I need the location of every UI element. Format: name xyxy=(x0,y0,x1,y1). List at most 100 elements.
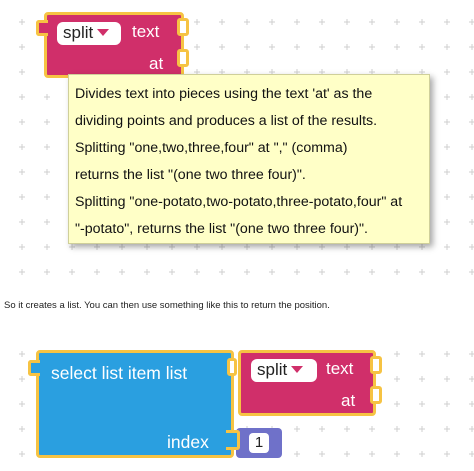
grid-plus-mark xyxy=(444,94,450,100)
grid-plus-mark xyxy=(219,44,225,50)
grid-plus-mark xyxy=(369,269,375,275)
grid-plus-mark xyxy=(444,244,450,250)
grid-plus-mark xyxy=(444,194,450,200)
grid-plus-mark xyxy=(394,44,400,50)
text-input-socket[interactable] xyxy=(177,18,189,36)
grid-plus-mark xyxy=(394,401,400,407)
split-text-block[interactable]: split text at xyxy=(44,12,184,78)
grid-plus-mark xyxy=(394,19,400,25)
grid-plus-mark xyxy=(444,44,450,50)
split-dropdown[interactable]: split xyxy=(57,22,121,45)
tooltip-line: Splitting "one,two,three,four" at "," (c… xyxy=(75,140,348,156)
grid-plus-mark xyxy=(219,269,225,275)
grid-plus-mark xyxy=(194,19,200,25)
grid-plus-mark xyxy=(419,44,425,50)
grid-plus-mark xyxy=(444,119,450,125)
grid-plus-mark xyxy=(294,426,300,432)
grid-plus-mark xyxy=(19,426,25,432)
grid-plus-mark xyxy=(394,269,400,275)
index-number-field[interactable]: 1 xyxy=(249,433,269,453)
grid-plus-mark xyxy=(469,119,474,125)
grid-plus-mark xyxy=(469,94,474,100)
grid-plus-mark xyxy=(19,19,25,25)
chevron-down-icon xyxy=(97,29,110,37)
grid-plus-mark xyxy=(469,44,474,50)
grid-plus-mark xyxy=(19,351,25,357)
number-block[interactable]: 1 xyxy=(236,428,282,458)
grid-plus-mark xyxy=(469,194,474,200)
grid-plus-mark xyxy=(44,94,50,100)
list-input-socket[interactable] xyxy=(227,358,237,376)
select-list-item-block[interactable]: select list item list index xyxy=(36,350,234,458)
grid-plus-mark xyxy=(294,44,300,50)
tooltip-line: dividing points and produces a list of t… xyxy=(75,113,378,129)
grid-plus-mark xyxy=(144,244,150,250)
grid-plus-mark xyxy=(469,351,474,357)
grid-plus-mark xyxy=(269,19,275,25)
grid-plus-mark xyxy=(369,44,375,50)
grid-plus-mark xyxy=(94,269,100,275)
grid-plus-mark xyxy=(294,451,300,457)
grid-plus-mark xyxy=(394,451,400,457)
grid-plus-mark xyxy=(419,451,425,457)
grid-plus-mark xyxy=(194,44,200,50)
grid-plus-mark xyxy=(19,144,25,150)
grid-plus-mark xyxy=(344,19,350,25)
grid-plus-mark xyxy=(219,244,225,250)
grid-plus-mark xyxy=(69,269,75,275)
output-connector xyxy=(28,360,40,376)
grid-plus-mark xyxy=(269,269,275,275)
grid-plus-mark xyxy=(19,194,25,200)
grid-plus-mark xyxy=(344,451,350,457)
grid-plus-mark xyxy=(444,219,450,225)
grid-plus-mark xyxy=(244,269,250,275)
grid-plus-mark xyxy=(419,401,425,407)
grid-plus-mark xyxy=(444,426,450,432)
grid-plus-mark xyxy=(444,169,450,175)
grid-plus-mark xyxy=(444,69,450,75)
grid-plus-mark xyxy=(119,244,125,250)
grid-plus-mark xyxy=(319,244,325,250)
text-input-socket[interactable] xyxy=(370,356,382,374)
index-input-label: index xyxy=(167,432,209,452)
grid-plus-mark xyxy=(469,376,474,382)
grid-plus-mark xyxy=(294,269,300,275)
grid-plus-mark xyxy=(444,144,450,150)
grid-plus-mark xyxy=(469,269,474,275)
grid-plus-mark xyxy=(394,351,400,357)
grid-plus-mark xyxy=(369,19,375,25)
grid-plus-mark xyxy=(44,119,50,125)
grid-plus-mark xyxy=(419,351,425,357)
grid-plus-mark xyxy=(469,244,474,250)
grid-plus-mark xyxy=(469,451,474,457)
split-text-block[interactable]: split text at xyxy=(238,350,376,416)
grid-plus-mark xyxy=(244,44,250,50)
grid-plus-mark xyxy=(19,244,25,250)
tooltip-line: Divides text into pieces using the text … xyxy=(75,86,373,102)
grid-plus-mark xyxy=(419,244,425,250)
grid-plus-mark xyxy=(369,244,375,250)
grid-plus-mark xyxy=(469,144,474,150)
grid-plus-mark xyxy=(419,376,425,382)
tooltip-line: returns the list "(one two three four)". xyxy=(75,167,306,183)
grid-plus-mark xyxy=(394,376,400,382)
grid-plus-mark xyxy=(19,69,25,75)
grid-plus-mark xyxy=(444,401,450,407)
at-input-socket[interactable] xyxy=(177,49,189,67)
split-dropdown[interactable]: split xyxy=(251,359,317,382)
grid-plus-mark xyxy=(444,269,450,275)
at-input-socket[interactable] xyxy=(370,386,382,404)
grid-plus-mark xyxy=(369,451,375,457)
grid-plus-mark xyxy=(244,244,250,250)
grid-plus-mark xyxy=(44,269,50,275)
blocks-workspace-top[interactable]: split text at Divides text into pieces u… xyxy=(0,0,474,283)
grid-plus-mark xyxy=(419,269,425,275)
at-input-label: at xyxy=(149,54,164,73)
grid-plus-mark xyxy=(344,244,350,250)
grid-plus-mark xyxy=(344,269,350,275)
grid-plus-mark xyxy=(319,451,325,457)
text-input-label: text xyxy=(326,359,354,378)
index-input-socket xyxy=(226,430,240,450)
grid-plus-mark xyxy=(19,44,25,50)
blocks-workspace-bottom[interactable]: select list item list index split text a… xyxy=(0,334,474,471)
